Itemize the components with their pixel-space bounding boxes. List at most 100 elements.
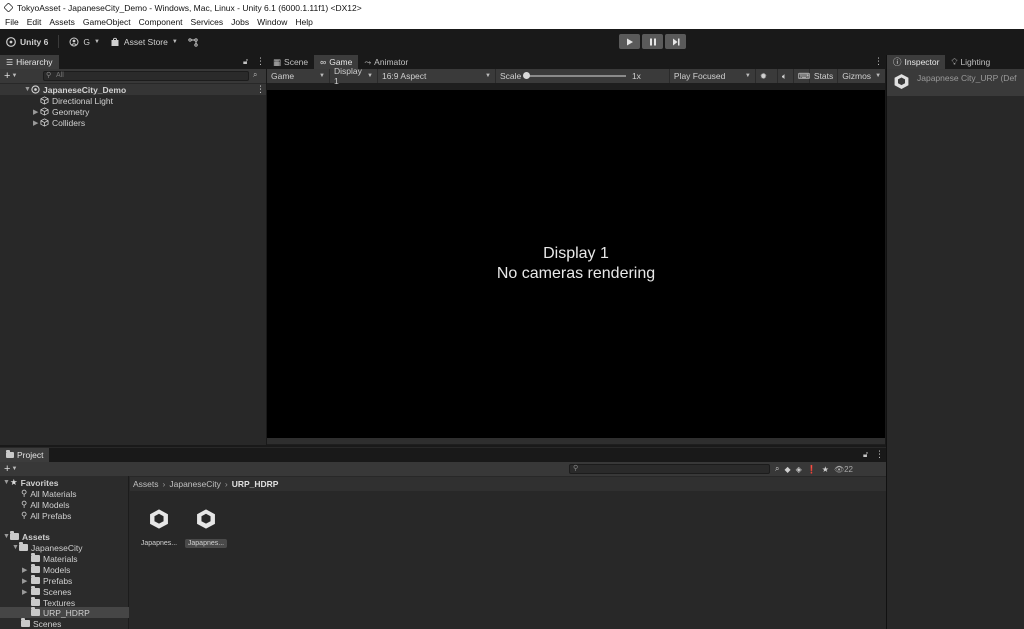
menu-gameobject[interactable]: GameObject bbox=[83, 17, 131, 27]
menu-component[interactable]: Component bbox=[139, 17, 183, 27]
game-mode-dropdown[interactable]: Game ▼ bbox=[267, 69, 330, 83]
folder-label: Materials bbox=[43, 553, 78, 564]
favorite-star-icon[interactable]: ★ bbox=[822, 465, 829, 474]
favorites-item[interactable]: ⚲ All Materials bbox=[21, 488, 77, 499]
play-focused-dropdown[interactable]: Play Focused ▼ bbox=[670, 69, 756, 83]
mute-audio-toggle[interactable]: 🔈︎ bbox=[778, 69, 794, 83]
menu-help[interactable]: Help bbox=[295, 17, 312, 27]
display-dropdown[interactable]: Display 1 ▼ bbox=[330, 66, 378, 86]
scale-slider-handle[interactable] bbox=[522, 72, 530, 79]
breadcrumb-item[interactable]: JapaneseCity bbox=[169, 479, 221, 489]
kebab-menu-icon[interactable]: ⋮ bbox=[874, 56, 883, 67]
asset-tile[interactable]: Japapnes... bbox=[135, 504, 183, 548]
breadcrumb-item[interactable]: Assets bbox=[133, 479, 159, 489]
scale-slider-track[interactable] bbox=[525, 75, 626, 77]
favorites-row[interactable]: ▼ ★ Favorites bbox=[3, 477, 58, 488]
menu-bar: File Edit Assets GameObject Component Se… bbox=[0, 15, 1024, 29]
scene-name: JapaneseCity_Demo bbox=[43, 84, 127, 95]
tab-scene[interactable]: ▦ Scene bbox=[267, 55, 314, 69]
kebab-menu-icon[interactable]: ⋮ bbox=[256, 56, 265, 67]
folder-root-scenes[interactable]: Scenes bbox=[21, 618, 61, 629]
menu-services[interactable]: Services bbox=[191, 17, 224, 27]
folder-icon bbox=[6, 450, 14, 458]
expand-arrow-icon[interactable]: ▶ bbox=[33, 108, 40, 116]
account-dropdown[interactable]: G ▼ bbox=[69, 37, 100, 47]
search-filter-icon[interactable]: ⌕ bbox=[253, 70, 257, 80]
hierarchy-toolbar: + ▼ All ⚲ ⌕ bbox=[0, 69, 266, 83]
lock-icon[interactable]: 🔓︎ bbox=[243, 57, 248, 67]
unity-version-label: Unity 6 bbox=[20, 36, 49, 47]
kebab-menu-icon[interactable]: ⋮ bbox=[256, 84, 265, 95]
hierarchy-item[interactable]: ▶ Colliders bbox=[33, 117, 85, 128]
expand-arrow-icon[interactable]: ▼ bbox=[24, 86, 31, 93]
game-viewport[interactable]: Display 1 No cameras rendering bbox=[267, 90, 885, 438]
create-button[interactable]: + bbox=[4, 463, 10, 475]
folder-label: Scenes bbox=[43, 586, 72, 597]
hierarchy-item[interactable]: Directional Light bbox=[40, 95, 113, 106]
folder-label: JapaneseCity bbox=[31, 542, 83, 553]
folder-japanesecity[interactable]: ▼ JapaneseCity bbox=[12, 542, 83, 553]
asset-store-button[interactable]: Asset Store ▼ bbox=[110, 37, 178, 47]
folder-scenes[interactable]: ▶ Scenes bbox=[22, 586, 71, 597]
tab-inspector[interactable]: ⓘ Inspector bbox=[887, 55, 946, 69]
scale-slider[interactable]: Scale 1x bbox=[496, 69, 670, 83]
favorites-item[interactable]: ⚲ All Prefabs bbox=[21, 510, 71, 521]
kebab-menu-icon[interactable]: ⋮ bbox=[875, 449, 884, 460]
gizmos-dropdown[interactable]: Gizmos ▼ bbox=[838, 69, 885, 83]
folder-urp-hdrp[interactable]: URP_HDRP bbox=[0, 607, 129, 618]
bug-toggle[interactable]: ✹ bbox=[756, 69, 778, 83]
chevron-down-icon: ▼ bbox=[367, 73, 373, 79]
unity-asset-icon bbox=[150, 509, 168, 529]
asset-tile[interactable]: Japapnes... bbox=[182, 504, 230, 548]
tab-lighting[interactable]: 💡︎ Lighting bbox=[945, 55, 996, 69]
keyboard-toggle[interactable]: ⌨ bbox=[794, 69, 810, 83]
expand-arrow-icon[interactable]: ▼ bbox=[12, 544, 19, 551]
chevron-down-icon[interactable]: ▼ bbox=[11, 73, 17, 79]
game-view-scrollbar[interactable] bbox=[267, 438, 885, 444]
menu-window[interactable]: Window bbox=[257, 17, 287, 27]
step-button[interactable] bbox=[665, 34, 686, 49]
inspector-panel bbox=[886, 55, 1024, 629]
hierarchy-item[interactable]: ▶ Geometry bbox=[33, 106, 89, 117]
create-button[interactable]: + bbox=[4, 70, 10, 82]
project-toolbar: + ▼ ⚲ ⌕ ◆ ◈ ❗ ★ 👁︎22 bbox=[0, 462, 886, 476]
warning-filter-icon[interactable]: ❗ bbox=[807, 465, 817, 474]
tab-hierarchy[interactable]: ☰ Hierarchy bbox=[0, 55, 59, 69]
menu-jobs[interactable]: Jobs bbox=[231, 17, 249, 27]
breadcrumb-item[interactable]: URP_HDRP bbox=[232, 479, 279, 489]
type-filter-icon[interactable]: ◆ bbox=[784, 465, 790, 474]
expand-arrow-icon[interactable]: ▼ bbox=[3, 479, 10, 486]
assets-row[interactable]: ▼ Assets bbox=[3, 531, 50, 542]
hidden-packages-toggle[interactable]: 👁︎22 bbox=[834, 465, 853, 474]
hierarchy-scene-row[interactable]: ▼ JapaneseCity_Demo ⋮ bbox=[0, 84, 266, 95]
tab-project[interactable]: Project bbox=[0, 448, 50, 462]
expand-arrow-icon[interactable]: ▶ bbox=[22, 588, 31, 596]
search-filter-icon[interactable]: ⌕ bbox=[775, 464, 779, 474]
pause-button[interactable] bbox=[642, 34, 663, 49]
chevron-down-icon[interactable]: ▼ bbox=[11, 466, 17, 472]
version-control-button[interactable] bbox=[188, 37, 202, 47]
chevron-down-icon: ▼ bbox=[171, 38, 178, 45]
folder-prefabs[interactable]: ▶ Prefabs bbox=[22, 575, 72, 586]
search-icon: ⚲ bbox=[21, 488, 28, 498]
folder-materials[interactable]: Materials bbox=[31, 553, 77, 564]
stats-toggle[interactable]: Stats bbox=[810, 69, 839, 83]
scene-grid-icon: ▦ bbox=[273, 56, 282, 67]
expand-arrow-icon[interactable]: ▶ bbox=[22, 566, 31, 574]
folder-models[interactable]: ▶ Models bbox=[22, 564, 70, 575]
project-search-input[interactable] bbox=[569, 464, 770, 474]
unity-version-button[interactable]: Unity 6 bbox=[6, 37, 48, 47]
tab-animator[interactable]: ⤳ Animator bbox=[358, 55, 414, 69]
menu-assets[interactable]: Assets bbox=[49, 17, 75, 27]
expand-arrow-icon[interactable]: ▶ bbox=[33, 119, 40, 127]
label-filter-icon[interactable]: ◈ bbox=[796, 465, 802, 474]
expand-arrow-icon[interactable]: ▶ bbox=[22, 577, 31, 585]
expand-arrow-icon[interactable]: ▼ bbox=[3, 533, 10, 540]
lock-icon[interactable]: 🔓︎ bbox=[863, 450, 868, 460]
menu-edit[interactable]: Edit bbox=[27, 17, 42, 27]
hierarchy-search-input[interactable]: All bbox=[43, 71, 249, 81]
menu-file[interactable]: File bbox=[5, 17, 19, 27]
aspect-dropdown[interactable]: 16:9 Aspect ▼ bbox=[378, 69, 496, 83]
favorites-item[interactable]: ⚲ All Models bbox=[21, 499, 69, 510]
play-button[interactable] bbox=[619, 34, 640, 49]
